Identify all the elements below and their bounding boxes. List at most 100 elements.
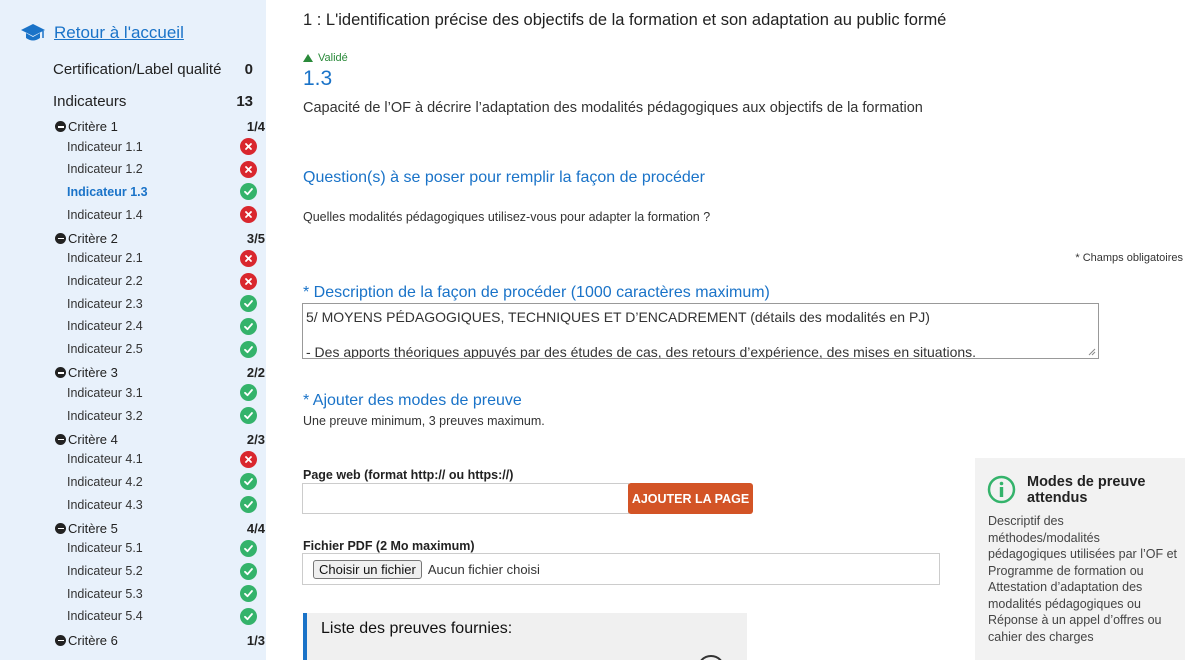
critere-progress: 1/3 bbox=[246, 632, 265, 648]
indicateur-label: Indicateur 5.2 bbox=[67, 564, 143, 578]
check-circle-icon bbox=[240, 496, 257, 514]
sidebar-critere-1[interactable]: Critère 1 1/4 bbox=[55, 119, 266, 134]
check-circle-icon bbox=[240, 295, 257, 313]
choose-file-button[interactable]: Choisir un fichier bbox=[313, 559, 422, 579]
critere-label: Critère 1 bbox=[55, 119, 118, 134]
questions-heading: Question(s) à se poser pour remplir la f… bbox=[303, 169, 705, 186]
home-link-row[interactable]: Retour à l'accueil bbox=[20, 22, 184, 44]
critere-label: Critère 3 bbox=[55, 365, 118, 380]
check-circle-icon bbox=[240, 340, 257, 358]
critere-label: Critère 4 bbox=[55, 432, 118, 447]
sidebar-critere-3[interactable]: Critère 3 2/2 bbox=[55, 365, 266, 380]
circle-icon[interactable] bbox=[697, 655, 725, 660]
sidebar-indicateur-1-1[interactable]: Indicateur 1.1 bbox=[67, 138, 257, 155]
sidebar-indicateur-4-2[interactable]: Indicateur 4.2 bbox=[67, 473, 257, 491]
critere-name: Critère 1 bbox=[68, 119, 118, 134]
page-title: 1 : L'identification précise des objecti… bbox=[303, 11, 947, 29]
add-page-button[interactable]: AJOUTER LA PAGE bbox=[628, 483, 753, 514]
indicateur-label: Indicateur 3.1 bbox=[67, 385, 143, 400]
sidebar-indicateur-3-1[interactable]: Indicateur 3.1 bbox=[67, 384, 257, 402]
info-panel: Modes de preuve attendus Descriptif des … bbox=[975, 458, 1185, 660]
sidebar-indicateur-5-1[interactable]: Indicateur 5.1 bbox=[67, 539, 257, 557]
critere-name: Critère 6 bbox=[68, 632, 118, 648]
indicateur-label: Indicateur 2.1 bbox=[67, 251, 143, 266]
critere-progress: 3/5 bbox=[246, 230, 265, 246]
critere-progress: 4/4 bbox=[246, 520, 265, 536]
required-note: * Champs obligatoires bbox=[1075, 252, 1183, 264]
error-circle-icon bbox=[240, 160, 257, 178]
indicateur-label: Indicateur 2.4 bbox=[67, 319, 143, 334]
indicateur-label: Indicateur 4.2 bbox=[67, 474, 143, 489]
critere-label: Critère 6 bbox=[55, 633, 118, 648]
status-badge: Validé bbox=[303, 52, 348, 64]
indicateur-label: Indicateur 5.3 bbox=[67, 586, 143, 601]
proof-subtitle: Une preuve minimum, 3 preuves maximum. bbox=[303, 414, 545, 428]
sidebar-item-indicateurs[interactable]: Indicateurs 13 bbox=[53, 93, 253, 110]
indicator-description: Capacité de l’OF à décrire l’adaptation … bbox=[303, 100, 923, 116]
sidebar-indicateur-1-4[interactable]: Indicateur 1.4 bbox=[67, 206, 257, 224]
critere-progress: 2/3 bbox=[246, 431, 265, 447]
indicateur-label: Indicateur 1.4 bbox=[67, 207, 143, 222]
sidebar-indicateur-2-2[interactable]: Indicateur 2.2 bbox=[67, 272, 257, 290]
sidebar-critere-6[interactable]: Critère 6 1/3 bbox=[55, 633, 266, 648]
certification-label: Certification/Label qualité bbox=[53, 61, 222, 78]
indicateur-label: Indicateur 5.4 bbox=[67, 609, 143, 624]
error-circle-icon bbox=[240, 138, 257, 155]
sidebar-indicateur-2-4[interactable]: Indicateur 2.4 bbox=[67, 317, 257, 335]
status-label: Validé bbox=[318, 52, 348, 64]
indicateur-label: Indicateur 4.1 bbox=[67, 452, 143, 467]
critere-name: Critère 4 bbox=[68, 431, 118, 447]
collapse-icon[interactable] bbox=[55, 367, 66, 379]
sidebar-item-certification[interactable]: Certification/Label qualité 0 bbox=[53, 61, 253, 78]
description-line-2: - Des apports théoriques appuyés par des… bbox=[306, 343, 977, 359]
collapse-icon[interactable] bbox=[55, 232, 66, 244]
sidebar-indicateur-4-3[interactable]: Indicateur 4.3 bbox=[67, 496, 257, 514]
critere-label: Critère 5 bbox=[55, 521, 118, 536]
sidebar-critere-4[interactable]: Critère 4 2/3 bbox=[55, 432, 266, 447]
pdf-file-input[interactable]: Choisir un fichier Aucun fichier choisi bbox=[302, 553, 940, 585]
sidebar-indicateur-5-2[interactable]: Indicateur 5.2 bbox=[67, 562, 257, 580]
critere-name: Critère 3 bbox=[68, 365, 118, 381]
triangle-up-icon bbox=[303, 54, 313, 62]
collapse-icon[interactable] bbox=[55, 522, 66, 534]
description-line-1: 5/ MOYENS PÉDAGOGIQUES, TECHNIQUES ET D’… bbox=[306, 309, 930, 325]
sidebar-indicateur-3-2[interactable]: Indicateur 3.2 bbox=[67, 407, 257, 424]
proofs-list-title: Liste des preuves fournies: bbox=[321, 620, 513, 637]
sidebar-critere-5[interactable]: Critère 5 4/4 bbox=[55, 521, 266, 536]
error-circle-icon bbox=[240, 450, 257, 468]
indicateur-label: Indicateur 1.3 bbox=[67, 184, 148, 199]
sidebar-indicateur-2-5[interactable]: Indicateur 2.5 bbox=[67, 340, 257, 358]
sidebar-indicateur-4-1[interactable]: Indicateur 4.1 bbox=[67, 450, 257, 468]
home-link[interactable]: Retour à l'accueil bbox=[54, 23, 184, 43]
check-circle-icon bbox=[240, 562, 257, 580]
description-textarea[interactable]: 5/ MOYENS PÉDAGOGIQUES, TECHNIQUES ET D’… bbox=[302, 303, 1099, 359]
info-panel-title: Modes de preuve attendus bbox=[1027, 474, 1146, 506]
certification-count: 0 bbox=[244, 61, 253, 78]
graduation-cap-icon bbox=[21, 24, 45, 41]
sidebar: Retour à l'accueil Certification/Label q… bbox=[0, 0, 266, 660]
critere-label: Critère 2 bbox=[55, 231, 118, 246]
sidebar-indicateur-5-3[interactable]: Indicateur 5.3 bbox=[67, 585, 257, 603]
proofs-list: Liste des preuves fournies: bbox=[303, 613, 747, 660]
collapse-icon[interactable] bbox=[55, 121, 66, 132]
error-circle-icon bbox=[240, 249, 257, 267]
error-circle-icon bbox=[240, 272, 257, 290]
check-circle-icon bbox=[240, 585, 257, 603]
check-circle-icon bbox=[240, 473, 257, 491]
indicateur-label: Indicateur 2.3 bbox=[67, 296, 143, 311]
collapse-icon[interactable] bbox=[55, 634, 66, 646]
sidebar-indicateur-2-1[interactable]: Indicateur 2.1 bbox=[67, 249, 257, 267]
sidebar-indicateur-1-2[interactable]: Indicateur 1.2 bbox=[67, 160, 257, 178]
sidebar-indicateur-1-3[interactable]: Indicateur 1.3 bbox=[67, 183, 257, 201]
check-circle-icon bbox=[240, 407, 257, 424]
info-icon bbox=[987, 475, 1016, 504]
indicateur-label: Indicateur 1.1 bbox=[67, 139, 143, 154]
indicateur-label: Indicateur 3.2 bbox=[67, 408, 143, 423]
resize-grip-icon[interactable] bbox=[1088, 348, 1096, 356]
collapse-icon[interactable] bbox=[55, 433, 66, 445]
sidebar-indicateur-5-4[interactable]: Indicateur 5.4 bbox=[67, 607, 257, 625]
sidebar-indicateur-2-3[interactable]: Indicateur 2.3 bbox=[67, 295, 257, 313]
info-panel-body: Descriptif des méthodes/modalités pédago… bbox=[988, 514, 1178, 644]
web-page-input[interactable] bbox=[302, 483, 629, 514]
sidebar-critere-2[interactable]: Critère 2 3/5 bbox=[55, 231, 266, 246]
